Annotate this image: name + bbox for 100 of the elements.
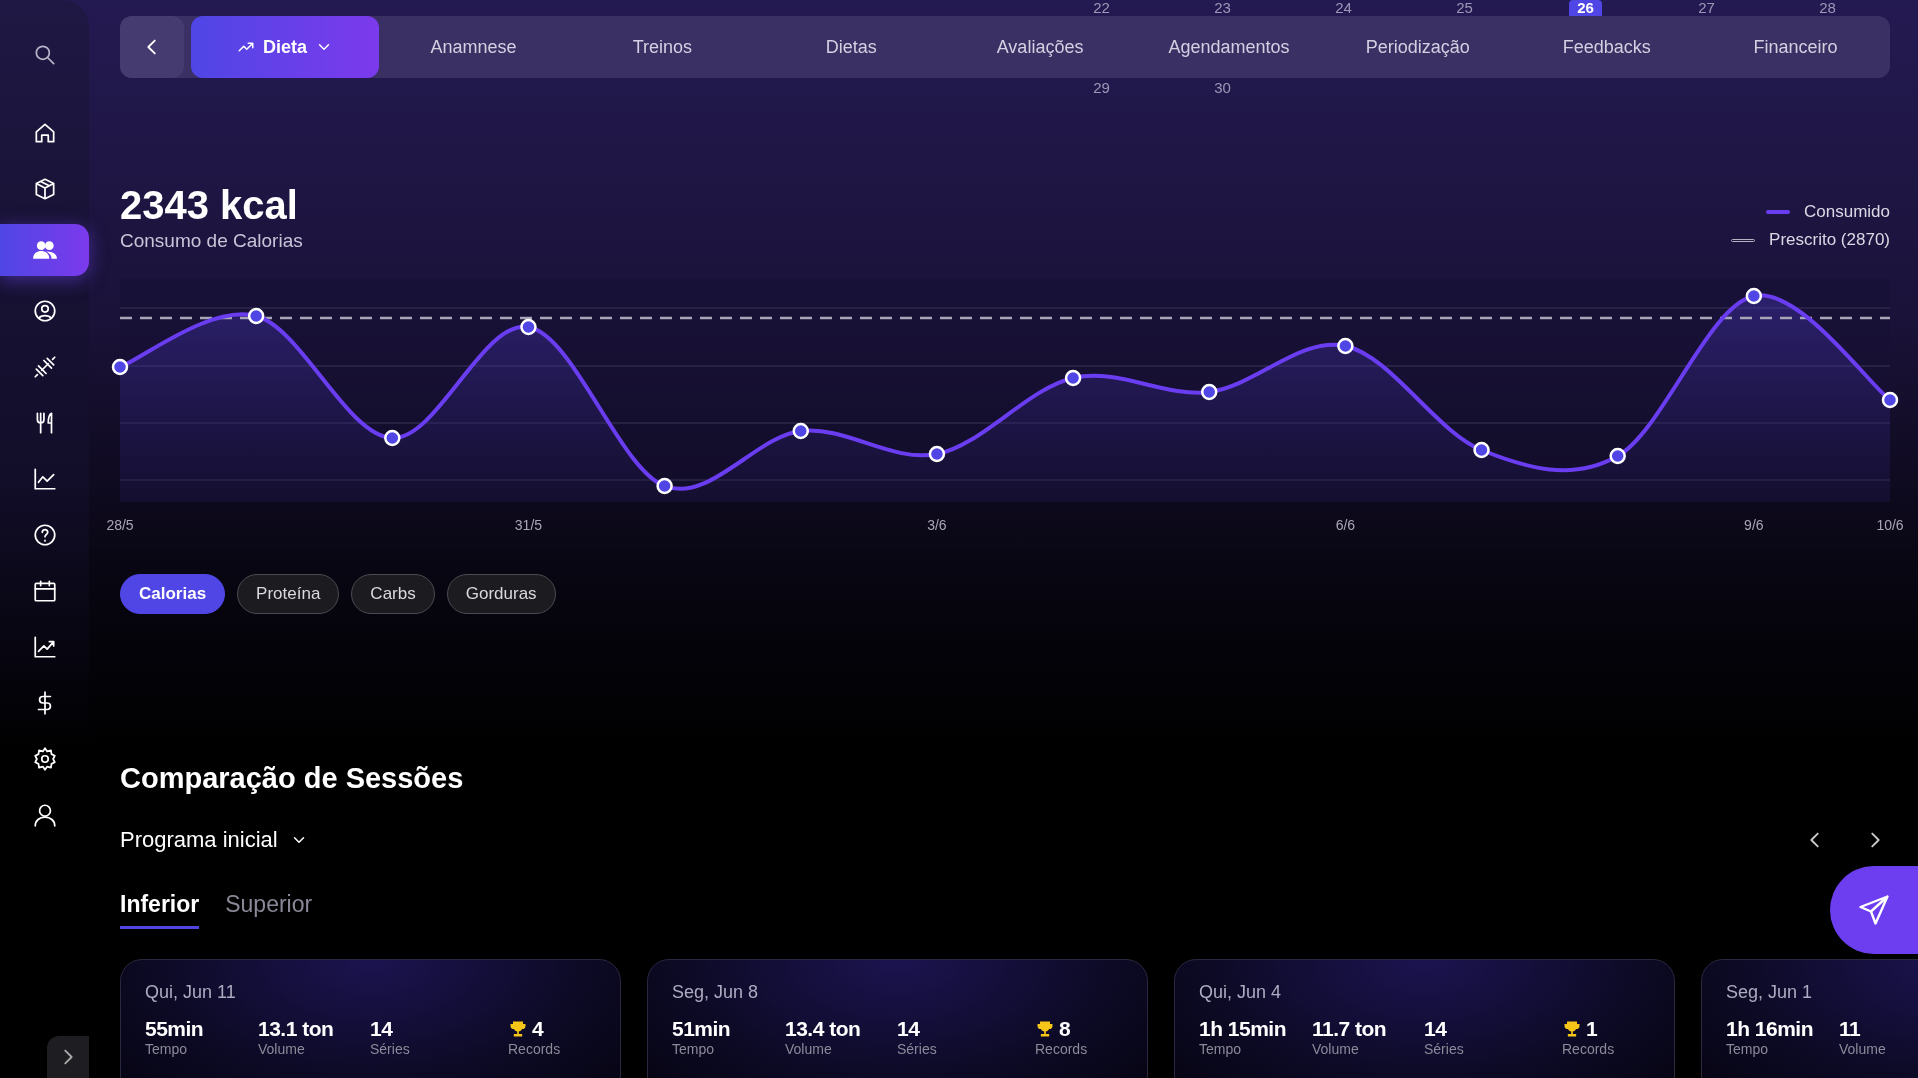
data-point <box>111 358 129 376</box>
data-point <box>656 477 673 495</box>
data-point <box>1473 441 1490 459</box>
session-card[interactable]: Qui, Jun 11 55min Tempo 13.1 ton Volume 14 Séries 4 Records <box>120 959 621 1078</box>
stat-label: Séries <box>370 1041 411 1057</box>
stat-value: 1h 16min <box>1726 1017 1814 1041</box>
trophy-icon <box>1562 1019 1582 1039</box>
data-point <box>520 318 537 336</box>
calendar-day[interactable]: 23 <box>1206 0 1239 16</box>
stat-value: 14 <box>897 1017 920 1041</box>
stat-value: 51min <box>672 1017 731 1041</box>
trophy-icon <box>1035 1019 1055 1039</box>
calorie-label: Consumo de Calorias <box>120 230 303 252</box>
data-point <box>792 422 809 440</box>
data-point <box>1201 383 1218 401</box>
axis-label: 10/6 <box>1876 517 1904 533</box>
calendar-day[interactable]: 27 <box>1690 0 1723 16</box>
nav-tab[interactable]: Dieta <box>191 16 379 78</box>
calendar-day[interactable]: 24 <box>1327 0 1360 16</box>
calendar-day[interactable]: 25 <box>1448 0 1481 16</box>
session-tab[interactable]: Inferior <box>120 891 200 929</box>
stat-label: Volume <box>1312 1041 1360 1057</box>
legend-label: Prescrito (2870) <box>1769 230 1890 250</box>
nav-tab[interactable]: Anamnese <box>379 16 568 78</box>
stat-value: 11.7 ton <box>1312 1017 1387 1041</box>
session-date: Seg, Jun 8 <box>672 982 760 1003</box>
session-card[interactable]: Qui, Jun 4 1h 15min Tempo 11.7 ton Volume 14 Séries 1 Records <box>1174 959 1675 1078</box>
legend-swatch <box>1766 210 1790 214</box>
send-icon <box>1856 892 1892 928</box>
stat-label: Records <box>1562 1041 1616 1057</box>
session-tab[interactable]: Superior <box>225 891 313 929</box>
nav-tab[interactable]: Treinos <box>567 16 757 78</box>
stat-value: 1h 15min <box>1199 1017 1287 1041</box>
nav-tab[interactable]: Financeiro <box>1701 16 1890 78</box>
trending-icon <box>31 634 58 660</box>
session-card[interactable]: Seg, Jun 1 1h 16min Tempo 11 Volume <box>1701 959 1918 1078</box>
data-point <box>247 307 265 325</box>
stat-value: 13.4 ton <box>785 1017 861 1041</box>
section-title: Comparação de Sessões <box>120 762 465 795</box>
session-date: Qui, Jun 11 <box>145 982 237 1003</box>
line-chart-icon <box>31 466 58 492</box>
dumbbell-icon <box>31 354 58 380</box>
nav-tab[interactable]: Agendamentos <box>1134 16 1324 78</box>
help-icon <box>31 522 58 548</box>
stat-value: 14 <box>1424 1017 1447 1041</box>
stat-value: 11 <box>1839 1017 1861 1041</box>
stat-value: 55min <box>145 1017 204 1041</box>
axis-label: 6/6 <box>1335 517 1356 533</box>
nav-tab[interactable]: Periodização <box>1323 16 1513 78</box>
calendar-icon <box>31 578 58 604</box>
stat-label: Tempo <box>1199 1041 1243 1057</box>
settings-icon <box>31 746 58 772</box>
legend-swatch <box>1731 238 1756 242</box>
filter-chip[interactable]: Carbs <box>351 574 435 614</box>
axis-label: 9/6 <box>1744 517 1764 533</box>
program-dropdown[interactable]: Programa inicial <box>120 827 308 853</box>
calendar-day[interactable]: 22 <box>1085 0 1118 16</box>
calendar-day[interactable]: 26 <box>1569 0 1602 16</box>
filter-chip[interactable]: Proteína <box>237 574 340 614</box>
stat-label: Records <box>1035 1041 1089 1057</box>
axis-label: 28/5 <box>106 517 134 533</box>
data-point <box>1337 337 1354 355</box>
stat-label: Tempo <box>1726 1041 1770 1057</box>
axis-label: 31/5 <box>514 517 543 533</box>
calendar-day[interactable]: 29 <box>1085 80 1118 96</box>
user-icon <box>31 802 58 828</box>
session-date: Seg, Jun 1 <box>1726 982 1814 1003</box>
stat-label: Volume <box>1839 1041 1887 1057</box>
sidebar-item[interactable] <box>0 224 89 276</box>
data-point <box>1745 287 1763 305</box>
user-circle-icon <box>31 298 58 324</box>
stat-label: Séries <box>1424 1041 1465 1057</box>
nav-tab[interactable]: Avaliações <box>945 16 1135 78</box>
legend-label: Consumido <box>1804 202 1890 222</box>
stat-label: Records <box>508 1041 562 1057</box>
session-date: Qui, Jun 4 <box>1199 982 1283 1003</box>
data-point <box>1609 447 1626 465</box>
filter-chip[interactable]: Calorias <box>120 574 226 614</box>
stat-label: Volume <box>258 1041 306 1057</box>
nav-tab[interactable]: Feedbacks <box>1512 16 1702 78</box>
data-point <box>928 445 946 463</box>
data-point <box>384 429 401 447</box>
stat-label: Volume <box>785 1041 833 1057</box>
axis-label: 3/6 <box>927 517 947 533</box>
calendar-day[interactable]: 28 <box>1811 0 1844 16</box>
stat-label: Séries <box>897 1041 938 1057</box>
nav-tab[interactable]: Dietas <box>756 16 946 78</box>
stat-value: 14 <box>370 1017 393 1041</box>
calendar-day[interactable]: 30 <box>1206 80 1239 96</box>
stat-label: Tempo <box>672 1041 716 1057</box>
stat-value: 8 <box>1059 1017 1071 1041</box>
calorie-total: 2343 kcal <box>120 182 299 228</box>
filter-chip[interactable]: Gorduras <box>446 574 556 614</box>
trophy-icon <box>508 1019 528 1039</box>
expand-button[interactable] <box>47 1036 89 1078</box>
data-point <box>1881 391 1899 409</box>
data-point <box>1064 369 1082 387</box>
session-card[interactable]: Seg, Jun 8 51min Tempo 13.4 ton Volume 14 Séries 8 Records <box>647 959 1148 1078</box>
stat-value: 13.1 ton <box>258 1017 334 1041</box>
send-button[interactable] <box>1830 866 1918 954</box>
